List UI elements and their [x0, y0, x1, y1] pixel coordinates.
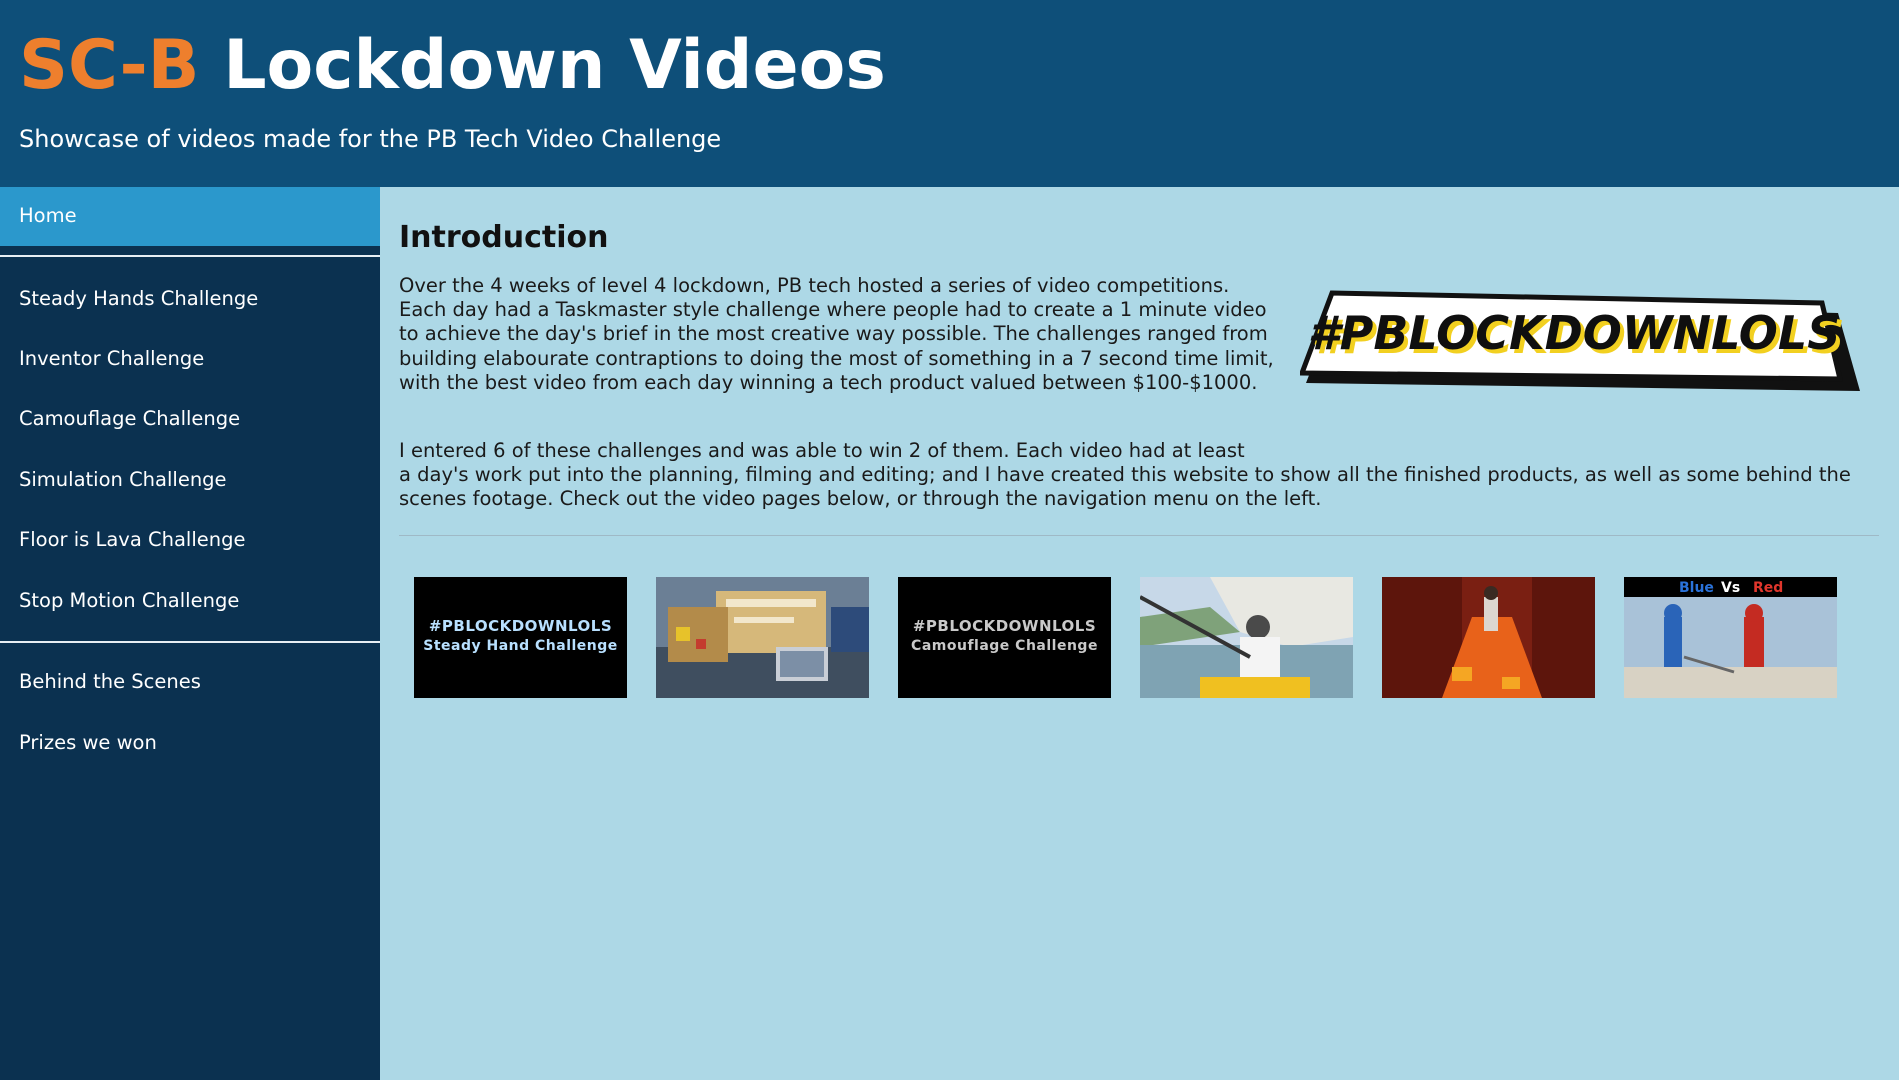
intro-paragraph-2-rest: a day's work put into the planning, film…: [399, 463, 1851, 511]
intro-paragraph-2-line-1: I entered 6 of these challenges and was …: [399, 439, 1245, 462]
stop-motion-scene-image: Blue Vs Red: [1624, 577, 1837, 698]
thumbnail-steady-hand-line1: #PBLOCKDOWNLOLS: [428, 617, 613, 635]
stop-motion-vs-label: Vs: [1721, 580, 1740, 596]
inventor-scene-image: [656, 577, 869, 698]
nav-item-simulation[interactable]: Simulation Challenge: [0, 451, 380, 508]
site-title-rest: Lockdown Videos: [223, 26, 886, 105]
site-subtitle: Showcase of videos made for the PB Tech …: [19, 125, 722, 153]
site-title-accent: SC-B: [19, 26, 200, 105]
thumbnail-inventor[interactable]: [656, 577, 869, 698]
nav-item-home[interactable]: Home: [0, 187, 380, 246]
nav-item-inventor[interactable]: Inventor Challenge: [0, 330, 380, 387]
pblockdownlols-banner: #PBLOCKDOWNLOLS #PBLOCKDOWNLOLS: [1298, 287, 1860, 395]
nav-item-steady-hands[interactable]: Steady Hands Challenge: [0, 270, 380, 327]
thumbnail-stop-motion[interactable]: Blue Vs Red: [1624, 577, 1837, 698]
banner-text: #PBLOCKDOWNLOLS: [1308, 306, 1841, 360]
thumbnail-steady-hand-line2: Steady Hand Challenge: [423, 638, 618, 654]
thumbnail-steady-hand[interactable]: #PBLOCKDOWNLOLS Steady Hand Challenge: [414, 577, 627, 698]
simulation-scene-image: [1140, 577, 1353, 698]
stop-motion-red-label: Red: [1753, 580, 1783, 596]
site-title: SC-B Lockdown Videos: [19, 26, 886, 106]
site-header: SC-B Lockdown Videos Showcase of videos …: [0, 0, 1899, 187]
thumbnail-camouflage-line1: #PBLOCKDOWNLOLS: [912, 617, 1097, 635]
thumbnail-camouflage-line2: Camouflage Challenge: [911, 638, 1098, 654]
thumbnail-floor-is-lava[interactable]: [1382, 577, 1595, 698]
content-divider: [399, 535, 1879, 536]
nav-divider: [0, 255, 380, 257]
nav-item-camouflage[interactable]: Camouflage Challenge: [0, 390, 380, 447]
nav-divider: [0, 641, 380, 643]
main-content: Introduction Over the 4 weeks of level 4…: [380, 187, 1899, 1080]
thumbnail-camouflage[interactable]: #PBLOCKDOWNLOLS Camouflage Challenge: [898, 577, 1111, 698]
nav-item-behind-the-scenes[interactable]: Behind the Scenes: [0, 653, 380, 710]
sidebar-nav: Home Steady Hands Challenge Inventor Cha…: [0, 187, 380, 1080]
lava-scene-image: [1382, 577, 1595, 698]
intro-paragraph-1: Over the 4 weeks of level 4 lockdown, PB…: [399, 274, 1274, 394]
nav-item-prizes[interactable]: Prizes we won: [0, 714, 380, 771]
nav-item-floor-is-lava[interactable]: Floor is Lava Challenge: [0, 511, 380, 568]
nav-item-stop-motion[interactable]: Stop Motion Challenge: [0, 572, 380, 629]
intro-heading: Introduction: [399, 220, 609, 255]
thumbnail-simulation[interactable]: [1140, 577, 1353, 698]
stop-motion-blue-label: Blue: [1679, 580, 1714, 596]
